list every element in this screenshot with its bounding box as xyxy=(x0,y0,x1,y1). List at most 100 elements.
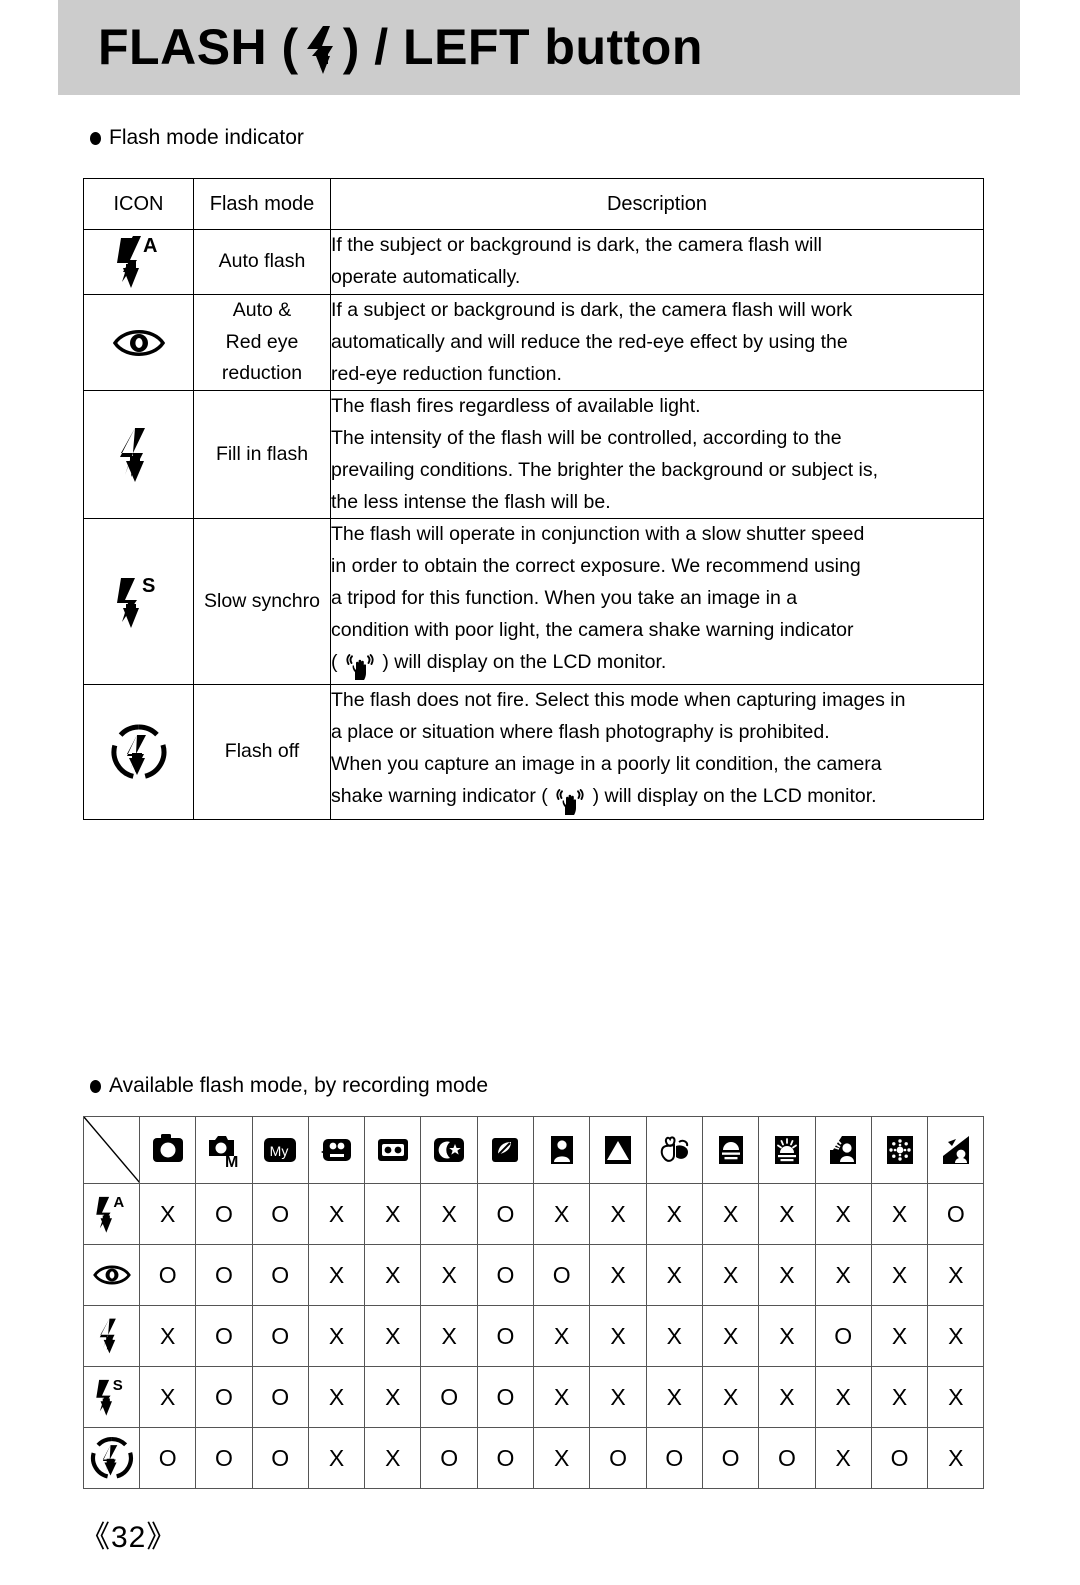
desc-line: The flash fires regardless of available … xyxy=(331,395,701,418)
flash-slow-sync-icon: S xyxy=(83,1366,140,1428)
desc-line-with-icon: shake warning indicator ( ) will display… xyxy=(331,781,983,819)
page-title-prefix: FLASH ( xyxy=(98,19,299,76)
matrix-cell: O xyxy=(195,1366,253,1428)
matrix-cell: O xyxy=(251,1244,309,1306)
landscape-icon xyxy=(589,1116,647,1184)
matrix-cell: X xyxy=(589,1183,647,1245)
matrix-cell: X xyxy=(701,1305,760,1367)
flash-bolt-icon xyxy=(299,17,343,78)
portrait-icon xyxy=(533,1116,591,1184)
bullet-icon xyxy=(90,131,101,145)
svg-text:S: S xyxy=(112,1377,122,1394)
matrix-cell: X xyxy=(645,1305,703,1367)
matrix-cell: O xyxy=(195,1305,253,1367)
page-title-suffix: ) / LEFT button xyxy=(342,19,703,76)
backlight-icon xyxy=(814,1116,872,1184)
column-header-icon: ICON xyxy=(83,178,194,230)
table-header-row: ICON Flash mode Description xyxy=(83,178,984,230)
flash-auto-icon: A xyxy=(83,229,194,295)
mode-line: Flash off xyxy=(224,740,300,763)
bullet-icon xyxy=(90,1079,101,1093)
flash-mode-name: Auto & Red eye reduction xyxy=(193,293,331,392)
matrix-cell: X xyxy=(701,1244,760,1306)
matrix-cell: X xyxy=(364,1427,422,1489)
svg-text:A: A xyxy=(113,1194,124,1211)
matrix-cell: X xyxy=(533,1366,591,1428)
matrix-cell: O xyxy=(138,1427,197,1489)
matrix-cell: X xyxy=(307,1427,366,1489)
desc-line-pre: ( xyxy=(331,650,343,673)
matrix-row: O O O X X O O X O O O O X O X xyxy=(83,1427,985,1489)
matrix-cell: X xyxy=(758,1366,816,1428)
flash-mode-description: If a subject or background is dark, the … xyxy=(330,293,984,392)
desc-line: If a subject or background is dark, the … xyxy=(331,299,853,321)
table-row: Fill in flash The flash fires regardless… xyxy=(83,390,984,520)
table-row: Flash off The flash does not fire. Selec… xyxy=(83,684,984,820)
my-set-icon: My xyxy=(251,1116,309,1184)
matrix-cell: X xyxy=(758,1183,816,1245)
desc-line: The intensity of the flash will be contr… xyxy=(331,427,842,450)
flash-fill-icon xyxy=(83,1305,140,1367)
matrix-cell: X xyxy=(814,1427,872,1489)
matrix-cell: X xyxy=(701,1183,760,1245)
matrix-cell: X xyxy=(701,1366,760,1428)
svg-text:My: My xyxy=(270,1143,289,1159)
matrix-cell: X xyxy=(307,1183,366,1245)
section-label: Flash mode indicator xyxy=(109,126,304,149)
red-eye-icon xyxy=(83,293,194,392)
matrix-row: O O O X X X O O X X X X X X X xyxy=(83,1244,985,1306)
section-title-flash-mode-indicator: Flash mode indicator xyxy=(90,126,304,150)
manual-camera-icon: M xyxy=(195,1116,253,1184)
matrix-cell: O xyxy=(138,1244,197,1306)
desc-line: in order to obtain the correct exposure.… xyxy=(331,555,861,578)
matrix-cell: O xyxy=(420,1366,478,1428)
sunset-icon xyxy=(701,1116,760,1184)
desc-line: a tripod for this function. When you tak… xyxy=(331,587,798,610)
flash-mode-description: If the subject or background is dark, th… xyxy=(330,229,984,295)
matrix-cell: X xyxy=(533,1183,591,1245)
matrix-cell: X xyxy=(307,1244,366,1306)
matrix-row: S X O O X X O O X X X X X X X X xyxy=(83,1366,985,1428)
matrix-cell: X xyxy=(927,1427,985,1489)
red-eye-icon xyxy=(83,1244,140,1306)
table-row: A Auto flash If the subject or backgroun… xyxy=(83,229,984,295)
flash-mode-name: Fill in flash xyxy=(193,390,331,520)
matrix-row: A X O O X X X O X X X X X X X O xyxy=(83,1183,985,1245)
matrix-row: X O O X X X O X X X X X O X X xyxy=(83,1305,985,1367)
close-up-icon xyxy=(645,1116,703,1184)
desc-line: the less intense the flash will be. xyxy=(331,490,611,513)
auto-camera-icon xyxy=(138,1116,197,1184)
svg-text:M: M xyxy=(225,1154,238,1170)
voice-recording-icon xyxy=(364,1116,422,1184)
matrix-cell: X xyxy=(420,1244,478,1306)
matrix-cell: X xyxy=(138,1305,197,1367)
matrix-cell: O xyxy=(814,1305,872,1367)
desc-line: The flash does not fire. Select this mod… xyxy=(331,689,906,712)
matrix-cell: X xyxy=(420,1183,478,1245)
matrix-cell: O xyxy=(870,1427,929,1489)
matrix-cell: X xyxy=(645,1183,703,1245)
matrix-cell: X xyxy=(870,1183,929,1245)
matrix-cell: O xyxy=(251,1183,309,1245)
desc-line: automatically and will reduce the red-ey… xyxy=(331,330,848,353)
matrix-cell: O xyxy=(701,1427,760,1489)
matrix-cell: X xyxy=(307,1366,366,1428)
flash-off-icon xyxy=(83,684,194,820)
matrix-cell: X xyxy=(533,1305,591,1367)
matrix-cell: O xyxy=(195,1427,253,1489)
movie-clip-icon xyxy=(307,1116,366,1184)
desc-line: When you capture an image in a poorly li… xyxy=(331,752,882,775)
matrix-cell: X xyxy=(645,1244,703,1306)
matrix-cell: O xyxy=(758,1427,816,1489)
flash-slow-sync-icon: S xyxy=(83,518,194,686)
matrix-cell: O xyxy=(251,1366,309,1428)
desc-line: The flash will operate in conjunction wi… xyxy=(331,523,865,546)
matrix-cell: X xyxy=(589,1244,647,1306)
matrix-cell: O xyxy=(476,1183,535,1245)
matrix-cell: O xyxy=(251,1305,309,1367)
mode-line: Fill in flash xyxy=(215,443,309,466)
svg-text:A: A xyxy=(143,235,157,257)
matrix-cell: X xyxy=(814,1183,872,1245)
matrix-cell: X xyxy=(364,1244,422,1306)
page-title: FLASH ( ) / LEFT button xyxy=(98,17,703,78)
